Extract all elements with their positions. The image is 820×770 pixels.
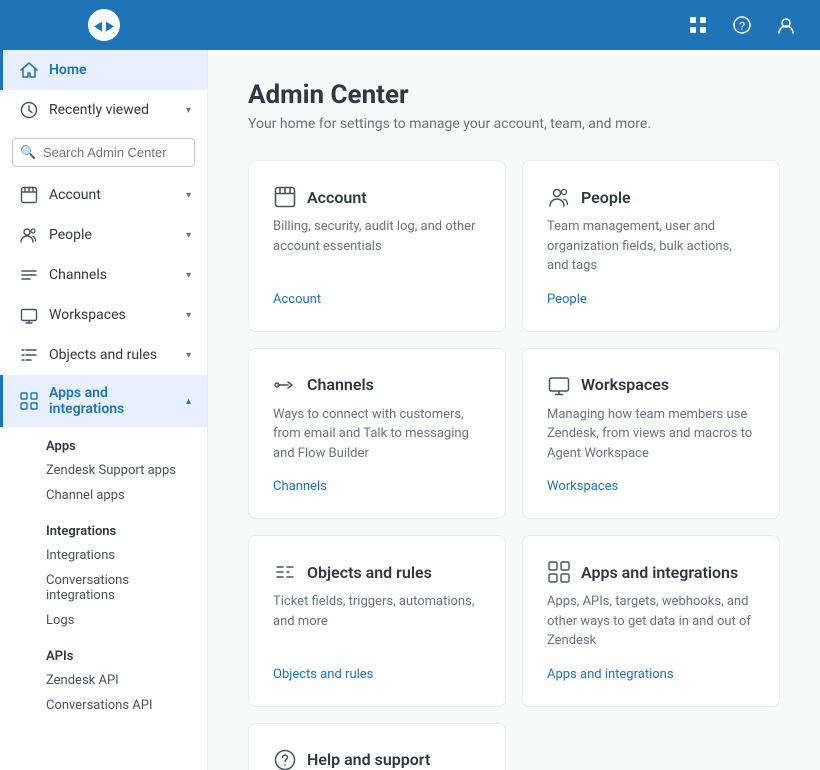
card-account: Account Billing, security, audit log, an… (248, 160, 506, 332)
recently-viewed-label: Recently viewed (49, 102, 176, 118)
page-subtitle: Your home for settings to manage your ac… (248, 116, 780, 132)
sidebar-item-workspaces[interactable]: Workspaces ▾ (0, 295, 207, 335)
card-apps-header: Apps and integrations (547, 560, 755, 584)
sub-item-zendesk-api[interactable]: Zendesk API (46, 668, 207, 693)
card-apps-integrations: Apps and integrations Apps, APIs, target… (522, 535, 780, 707)
sidebar-item-recently-viewed[interactable]: Recently viewed ▾ (0, 90, 207, 130)
sidebar-item-channels[interactable]: Channels ▾ (0, 255, 207, 295)
card-workspaces-desc: Managing how team members use Zendesk, f… (547, 405, 755, 464)
card-account-title: Account (307, 188, 367, 207)
objects-nav-icon (19, 345, 39, 365)
sidebar: Home Recently viewed ▾ 🔍 Account ▾ (0, 50, 208, 770)
sidebar-item-account[interactable]: Account ▾ (0, 175, 207, 215)
workspaces-card-icon (547, 373, 571, 397)
sidebar-item-apps-integrations[interactable]: Apps and integrations ▴ (0, 375, 207, 427)
help-card-icon (273, 748, 297, 770)
card-people: People Team management, user and organiz… (522, 160, 780, 332)
card-objects-header: Objects and rules (273, 560, 481, 584)
logo[interactable] (0, 0, 208, 50)
chevron-channels-icon: ▾ (186, 270, 191, 281)
card-objects-title: Objects and rules (307, 563, 432, 582)
main-content: Admin Center Your home for settings to m… (208, 50, 820, 770)
card-objects-link[interactable]: Objects and rules (273, 667, 481, 682)
card-workspaces-link[interactable]: Workspaces (547, 479, 755, 494)
card-objects-desc: Ticket fields, triggers, automations, an… (273, 592, 481, 651)
card-workspaces-title: Workspaces (581, 375, 669, 394)
search-icon: 🔍 (20, 145, 36, 160)
card-objects-rules: Objects and rules Ticket fields, trigger… (248, 535, 506, 707)
card-account-header: Account (273, 185, 481, 209)
apps-sub-header: Apps (46, 431, 207, 458)
sub-item-integrations[interactable]: Integrations (46, 543, 207, 568)
channels-card-icon (273, 373, 297, 397)
card-account-link[interactable]: Account (273, 292, 481, 307)
people-card-icon (547, 185, 571, 209)
home-label: Home (49, 62, 191, 78)
cards-grid: Account Billing, security, audit log, an… (248, 160, 780, 770)
sub-item-zendesk-support-apps[interactable]: Zendesk Support apps (46, 458, 207, 483)
chevron-apps-icon: ▴ (186, 396, 191, 407)
card-people-desc: Team management, user and organization f… (547, 217, 755, 276)
sub-item-logs[interactable]: Logs (46, 608, 207, 633)
objects-rules-label: Objects and rules (49, 347, 176, 363)
apps-integrations-label: Apps and integrations (49, 385, 176, 417)
topbar-actions: ? (684, 11, 820, 39)
card-workspaces-header: Workspaces (547, 373, 755, 397)
apps-integrations-submenu: Apps Zendesk Support apps Channel apps I… (0, 427, 207, 722)
workspaces-label: Workspaces (49, 307, 176, 323)
sub-item-channel-apps[interactable]: Channel apps (46, 483, 207, 508)
integrations-sub-header: Integrations (46, 516, 207, 543)
card-channels-desc: Ways to connect with customers, from ema… (273, 405, 481, 464)
account-card-icon (273, 185, 297, 209)
topbar: ? (0, 0, 820, 50)
home-icon (19, 60, 39, 80)
people-nav-icon (19, 225, 39, 245)
sidebar-item-objects-rules[interactable]: Objects and rules ▾ (0, 335, 207, 375)
chevron-down-icon: ▾ (186, 105, 191, 116)
card-channels-header: Channels (273, 373, 481, 397)
card-people-title: People (581, 188, 631, 207)
card-apps-desc: Apps, APIs, targets, webhooks, and other… (547, 592, 755, 651)
card-apps-title: Apps and integrations (581, 563, 738, 582)
search-input[interactable] (12, 138, 195, 167)
card-people-header: People (547, 185, 755, 209)
apps-nav-icon (19, 391, 39, 411)
card-channels-title: Channels (307, 375, 374, 394)
sub-item-conversations-api[interactable]: Conversations API (46, 693, 207, 718)
chevron-workspaces-icon: ▾ (186, 310, 191, 321)
channels-nav-icon (19, 265, 39, 285)
card-help-title: Help and support (307, 750, 430, 769)
card-channels: Channels Ways to connect with customers,… (248, 348, 506, 520)
sub-item-conversations-integrations[interactable]: Conversations integrations (46, 568, 207, 608)
chevron-objects-icon: ▾ (186, 350, 191, 361)
card-help: Help and support Tips and answers to you… (248, 723, 506, 770)
objects-card-icon (273, 560, 297, 584)
workspaces-nav-icon (19, 305, 39, 325)
chevron-account-icon: ▾ (186, 190, 191, 201)
user-avatar-icon[interactable] (772, 11, 800, 39)
page-title: Admin Center (248, 80, 780, 110)
card-channels-link[interactable]: Channels (273, 479, 481, 494)
apis-sub-header: APIs (46, 641, 207, 668)
sidebar-item-people[interactable]: People ▾ (0, 215, 207, 255)
account-nav-icon (19, 185, 39, 205)
people-label: People (49, 227, 176, 243)
card-apps-link[interactable]: Apps and integrations (547, 667, 755, 682)
card-workspaces: Workspaces Managing how team members use… (522, 348, 780, 520)
card-help-header: Help and support (273, 748, 481, 770)
chevron-people-icon: ▾ (186, 230, 191, 241)
sidebar-item-home[interactable]: Home (0, 50, 207, 90)
apps-grid-icon[interactable] (684, 11, 712, 39)
account-label: Account (49, 187, 176, 203)
apps-card-icon (547, 560, 571, 584)
zendesk-logo-icon (84, 5, 124, 45)
help-circle-icon[interactable]: ? (728, 11, 756, 39)
channels-label: Channels (49, 267, 176, 283)
card-people-link[interactable]: People (547, 292, 755, 307)
card-account-desc: Billing, security, audit log, and other … (273, 217, 481, 276)
clock-icon (19, 100, 39, 120)
search-container: 🔍 (0, 130, 207, 175)
svg-text:?: ? (739, 21, 745, 33)
